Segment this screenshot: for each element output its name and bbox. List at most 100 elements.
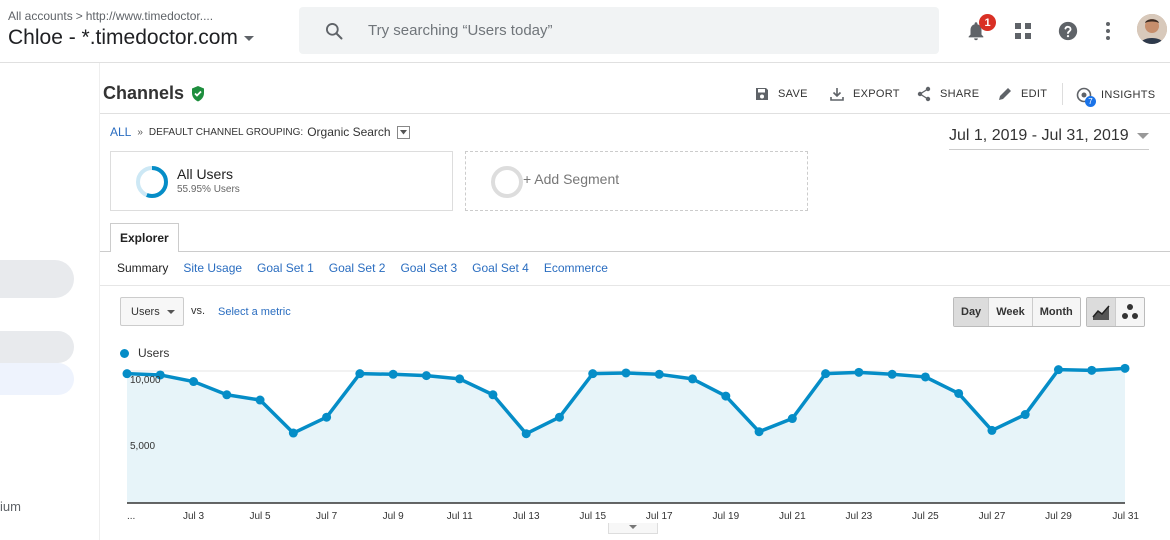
subtab-summary[interactable]: Summary	[117, 261, 168, 275]
breadcrumb-separator: >	[75, 9, 83, 23]
period-day-button[interactable]: Day	[954, 298, 989, 326]
insights-count-badge: 7	[1085, 96, 1096, 107]
apps-button[interactable]	[1011, 19, 1035, 43]
nav-item-selected[interactable]	[0, 363, 74, 395]
add-segment-button[interactable]: + Add Segment	[465, 151, 808, 211]
subtab-goal-set-2[interactable]: Goal Set 2	[329, 261, 386, 275]
nav-item-highlight[interactable]	[0, 260, 74, 298]
help-button[interactable]	[1056, 19, 1080, 43]
date-range-picker[interactable]: Jul 1, 2019 - Jul 31, 2019	[949, 127, 1149, 150]
nav-item-label[interactable]: ium	[0, 499, 21, 514]
insights-label: INSIGHTS	[1101, 89, 1156, 101]
x-tick-label: Jul 3	[183, 511, 205, 522]
period-week-button[interactable]: Week	[988, 298, 1032, 326]
metric-select[interactable]: Users	[120, 297, 184, 326]
account-name: Chloe - *.timedoctor.com	[8, 26, 238, 49]
breadcrumb-root[interactable]: All accounts	[8, 9, 73, 23]
x-tick-label: Jul 31	[1112, 511, 1139, 522]
data-point	[388, 369, 398, 379]
apps-grid-icon	[1015, 23, 1031, 39]
data-point	[288, 428, 298, 438]
top-bar: All accounts > http://www.timedoctor.... C…	[0, 0, 1170, 63]
subtab-goal-set-3[interactable]: Goal Set 3	[400, 261, 457, 275]
edit-label: EDIT	[1021, 88, 1048, 100]
x-tick-label: Jul 15	[579, 511, 606, 522]
report-title: Channels	[103, 83, 185, 103]
account-selector[interactable]: Chloe - *.timedoctor.com	[8, 26, 254, 50]
data-point	[854, 367, 864, 377]
period-toggle: Day Week Month	[953, 297, 1081, 327]
breadcrumb-all-link[interactable]: ALL	[110, 125, 131, 139]
verified-shield-icon	[192, 86, 205, 102]
search-bar[interactable]	[299, 7, 939, 54]
nav-item-highlight[interactable]	[0, 331, 74, 363]
collapse-chart-toggle[interactable]	[608, 523, 658, 534]
more-vert-icon	[1106, 22, 1110, 40]
caret-down-icon	[243, 35, 254, 41]
segment-name: All Users	[177, 166, 234, 182]
avatar[interactable]	[1137, 14, 1167, 44]
data-point	[987, 425, 997, 435]
search-input[interactable]	[366, 21, 870, 40]
explorer-subtabs: Summary Site Usage Goal Set 1 Goal Set 2…	[117, 261, 623, 275]
caret-down-icon	[1136, 133, 1149, 139]
select-metric-link[interactable]: Select a metric	[218, 306, 291, 318]
grouping-dropdown[interactable]	[396, 125, 410, 139]
grouping-value: Organic Search	[307, 125, 391, 139]
data-point	[688, 374, 698, 384]
data-point	[255, 395, 265, 405]
y-tick-label: 10,000	[130, 375, 161, 386]
data-point	[787, 414, 797, 424]
divider	[1062, 83, 1063, 105]
tab-explorer[interactable]: Explorer	[110, 223, 179, 252]
save-button[interactable]: SAVE	[754, 86, 808, 102]
report-content: Channels SAVE EXPORT SHARE EDIT INSIGHTS…	[99, 63, 1170, 540]
subtab-ecommerce[interactable]: Ecommerce	[544, 261, 608, 275]
x-tick-label: Jul 21	[779, 511, 806, 522]
caret-down-icon	[167, 310, 175, 314]
save-icon	[756, 88, 768, 100]
segment-all-users[interactable]: All Users 55.95% Users	[110, 151, 453, 211]
x-tick-label: Jul 27	[979, 511, 1006, 522]
grouping-label: DEFAULT CHANNEL GROUPING:	[148, 126, 304, 138]
search-icon	[326, 22, 343, 39]
export-button[interactable]: EXPORT	[829, 86, 900, 102]
edit-button[interactable]: EDIT	[997, 86, 1047, 102]
metric-select-value: Users	[131, 305, 160, 318]
line-chart-button[interactable]	[1087, 298, 1115, 326]
page-title: Channels	[103, 83, 206, 104]
data-point	[521, 429, 531, 439]
breadcrumb-property[interactable]: http://www.timedoctor....	[86, 9, 213, 23]
subtab-site-usage[interactable]: Site Usage	[183, 261, 242, 275]
bubble-chart-icon	[1122, 304, 1138, 319]
caret-down-icon	[399, 129, 407, 134]
divider	[100, 285, 1170, 286]
data-point	[954, 388, 964, 398]
data-point	[588, 369, 598, 379]
subtab-goal-set-1[interactable]: Goal Set 1	[257, 261, 314, 275]
data-point	[322, 412, 332, 422]
x-tick-label: Jul 5	[250, 511, 272, 522]
x-tick-label: Jul 17	[646, 511, 673, 522]
motion-chart-button[interactable]	[1115, 298, 1144, 326]
vs-label: vs.	[191, 305, 206, 317]
save-label: SAVE	[778, 88, 808, 100]
period-month-button[interactable]: Month	[1031, 298, 1080, 326]
subtab-goal-set-4[interactable]: Goal Set 4	[472, 261, 529, 275]
data-point	[222, 390, 232, 400]
more-options-button[interactable]	[1096, 19, 1120, 43]
segment-detail: 55.95% Users	[177, 184, 240, 195]
x-tick-label: ...	[127, 511, 135, 522]
data-point	[189, 377, 199, 387]
left-navigation: ium	[0, 63, 98, 540]
account-breadcrumb[interactable]: All accounts > http://www.timedoctor....	[8, 9, 213, 23]
legend-label: Users	[138, 346, 170, 360]
x-tick-label: Jul 29	[1045, 511, 1072, 522]
x-tick-label: Jul 13	[513, 511, 540, 522]
share-button[interactable]: SHARE	[916, 86, 979, 102]
x-tick-label: Jul 19	[712, 511, 739, 522]
data-point	[355, 369, 365, 379]
users-area-chart: 10,000 5,000... Jul 3 Jul 5 Jul 7 Jul 9 Jul 11…	[122, 363, 1139, 522]
data-point	[554, 412, 564, 422]
x-tick-label: Jul 25	[912, 511, 939, 522]
